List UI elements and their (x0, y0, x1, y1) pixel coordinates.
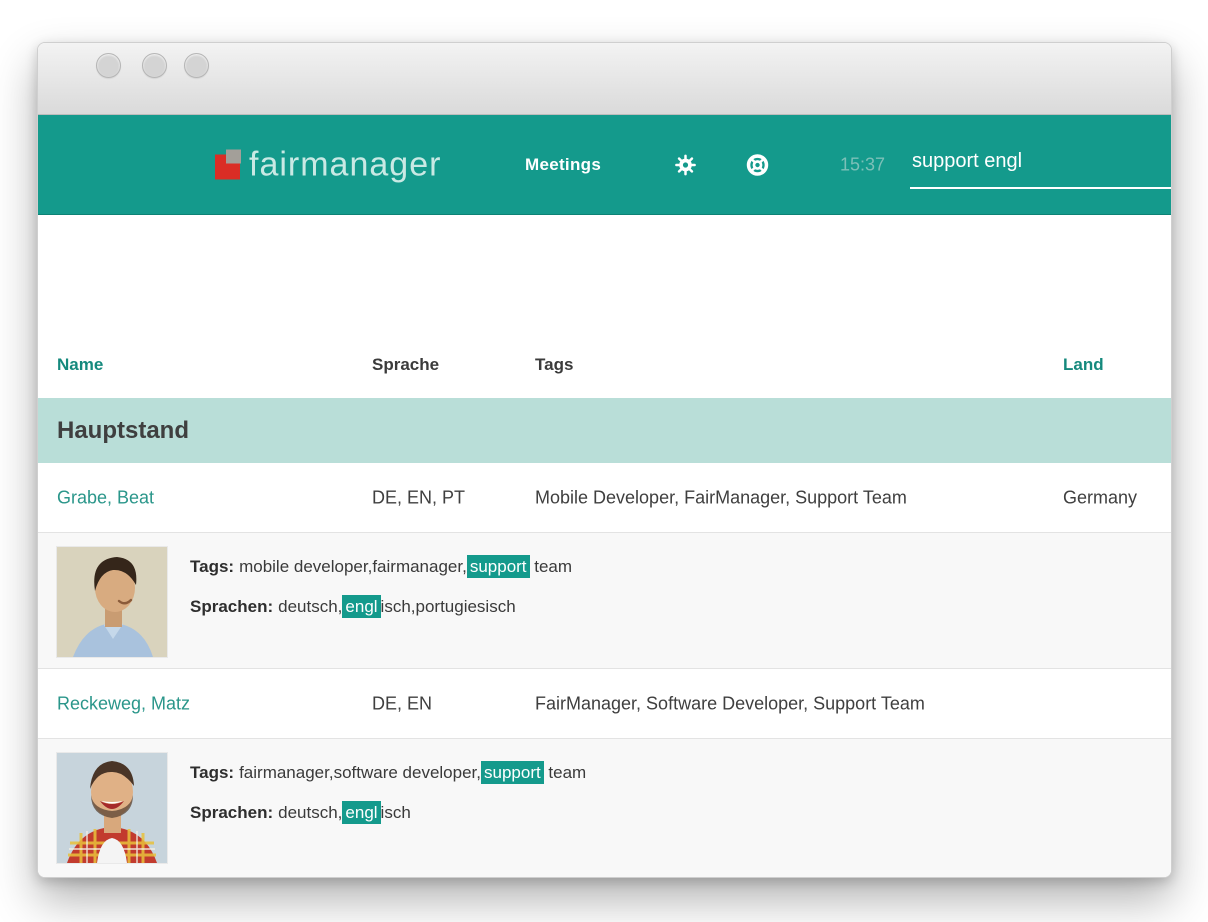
content-spacer (38, 215, 1171, 331)
table-header: Name Sprache Tags Land (38, 331, 1171, 398)
logo[interactable]: fairmanager (215, 145, 441, 184)
logo-text: fairmanager (249, 145, 441, 184)
profile-photo (57, 753, 167, 863)
portrait-man-blue-shirt (57, 547, 167, 657)
lifebuoy-icon (745, 152, 770, 177)
tags-value: fairmanager,software developer,support t… (239, 761, 586, 784)
portrait-man-plaid-shirt (57, 753, 167, 863)
detail-languages-line: Sprachen: deutsch,englisch,portugiesisch (190, 594, 516, 620)
detail-panel: Tags: mobile developer,fairmanager,suppor… (38, 532, 1171, 669)
detail-tags-line: Tags: mobile developer,fairmanager,suppor… (190, 554, 572, 580)
search-field (910, 141, 1171, 189)
languages-label: Sprachen: (190, 597, 273, 616)
nav-meetings[interactable]: Meetings (525, 155, 601, 175)
tags-label: Tags: (190, 557, 234, 576)
minimize-button[interactable] (142, 53, 167, 78)
person-languages: DE, EN, PT (372, 487, 465, 508)
languages-label: Sprachen: (190, 803, 273, 822)
languages-value: deutsch,englisch,portugiesisch (278, 595, 516, 618)
column-header-tags[interactable]: Tags (535, 355, 573, 375)
close-button[interactable] (96, 53, 121, 78)
gear-icon (674, 153, 697, 176)
person-name-link[interactable]: Grabe, Beat (57, 487, 154, 508)
app-header: fairmanager Meetings (38, 115, 1171, 215)
logo-mark-icon (215, 150, 241, 180)
group-header-hauptstand: Hauptstand (38, 398, 1171, 463)
person-country: Germany (1063, 487, 1137, 508)
clock: 15:37 (840, 154, 885, 175)
column-header-name[interactable]: Name (57, 355, 103, 375)
app-window: fairmanager Meetings (37, 42, 1172, 878)
group-title: Hauptstand (57, 417, 189, 445)
help-button[interactable] (745, 152, 770, 177)
person-tags: Mobile Developer, FairManager, Support T… (535, 487, 907, 508)
tags-value: mobile developer,fairmanager,support tea… (239, 555, 572, 578)
tags-label: Tags: (190, 763, 234, 782)
table-row[interactable]: Reckeweg, Matz DE, EN FairManager, Softw… (38, 669, 1171, 738)
languages-value: deutsch,englisch (278, 801, 411, 824)
search-input[interactable] (910, 141, 1171, 187)
zoom-button[interactable] (184, 53, 209, 78)
detail-languages-line: Sprachen: deutsch,englisch (190, 800, 411, 826)
detail-panel: Tags: fairmanager,software developer,supp… (38, 738, 1171, 878)
person-languages: DE, EN (372, 693, 432, 714)
settings-button[interactable] (674, 153, 697, 176)
titlebar (38, 43, 1171, 115)
profile-photo (57, 547, 167, 657)
column-header-sprache[interactable]: Sprache (372, 355, 439, 375)
detail-tags-line: Tags: fairmanager,software developer,supp… (190, 760, 586, 786)
column-header-land[interactable]: Land (1063, 355, 1104, 375)
table-row[interactable]: Grabe, Beat DE, EN, PT Mobile Developer,… (38, 463, 1171, 532)
person-name-link[interactable]: Reckeweg, Matz (57, 693, 190, 714)
person-tags: FairManager, Software Developer, Support… (535, 693, 925, 714)
results-area: Name Sprache Tags Land Hauptstand Grabe,… (38, 215, 1171, 878)
